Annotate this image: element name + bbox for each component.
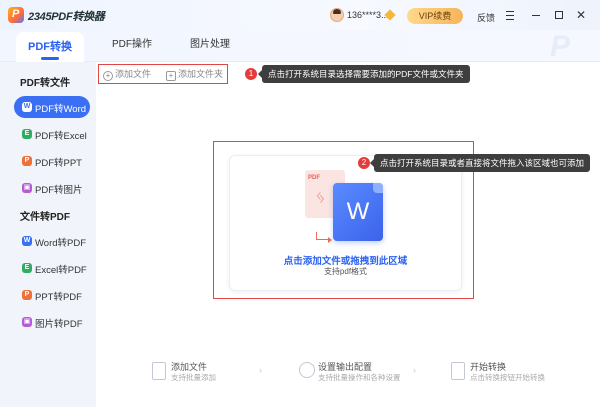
add-file-label: 添加文件 <box>115 69 152 79</box>
sidebar-item-pdf-to-excel[interactable]: E PDF转Excel <box>14 123 90 145</box>
tab-bar: PDF转换 PDF操作 图片处理 <box>0 30 600 62</box>
sidebar-item-pdf-to-ppt[interactable]: P PDF转PPT <box>14 150 90 172</box>
acrobat-icon: ᛃ <box>315 187 326 207</box>
sidebar-item-pdf-to-word[interactable]: W PDF转Word <box>14 96 90 118</box>
sidebar-item-image-to-pdf[interactable]: ▣ 图片转PDF <box>14 311 90 333</box>
document-icon <box>451 362 465 380</box>
sidebar-item-label: Excel转PDF <box>35 265 87 276</box>
step-desc: 支持批量添加 <box>171 373 216 382</box>
step-desc: 点击转换按钮开始转换 <box>470 373 545 382</box>
excel-icon: E <box>22 263 32 273</box>
sidebar-item-label: PDF转图片 <box>35 185 83 196</box>
drop-area-title[interactable]: 点击添加文件或拖拽到此区域 <box>229 253 462 267</box>
add-folder-button[interactable]: + 添加文件夹 <box>166 67 223 81</box>
app-logo-icon: P <box>8 7 24 23</box>
add-file-step-icon <box>152 362 166 380</box>
step-badge-2: 2 <box>358 157 370 169</box>
avatar[interactable] <box>330 8 344 22</box>
tooltip-drop-area: 点击打开系统目录或者直接将文件拖入该区域也可添加 <box>369 154 591 172</box>
word-icon: W <box>22 236 32 246</box>
word-letter: W <box>346 198 370 225</box>
sidebar-item-label: Word转PDF <box>35 238 87 249</box>
sidebar-item-label: PDF转Excel <box>35 131 87 142</box>
app-title: 2345PDF转换器 <box>28 11 105 23</box>
sidebar-item-word-to-pdf[interactable]: W Word转PDF <box>14 230 90 252</box>
image-icon: ▣ <box>22 183 32 193</box>
close-icon[interactable]: ✕ <box>575 9 587 21</box>
sidebar-item-label: 图片转PDF <box>35 319 83 330</box>
add-folder-label: 添加文件夹 <box>178 69 224 79</box>
title-bar: P 2345PDF转换器 136****3... VIP续费 反馈 ✕ <box>0 0 600 30</box>
chevron-right-icon: › <box>413 365 416 375</box>
tab-pdf-convert[interactable]: PDF转换 <box>16 32 84 62</box>
sidebar-item-label: PPT转PDF <box>35 292 82 303</box>
chevron-right-icon: › <box>259 365 262 375</box>
plus-circle-icon: + <box>103 71 113 81</box>
watermark-logo-icon: P <box>550 30 571 63</box>
vip-renew-button[interactable]: VIP续费 <box>407 8 463 24</box>
tab-pdf-operations[interactable]: PDF操作 <box>104 30 160 62</box>
image-icon: ▣ <box>22 317 32 327</box>
menu-icon[interactable] <box>504 9 516 21</box>
pdf-label: PDF <box>308 175 320 181</box>
add-file-button[interactable]: + 添加文件 <box>103 67 151 81</box>
sidebar-section-file-to-pdf: 文件转PDF <box>20 212 70 223</box>
logo-letter: P <box>12 8 20 20</box>
minimize-icon[interactable] <box>530 9 542 21</box>
ppt-icon: P <box>22 290 32 300</box>
gear-icon <box>299 362 315 378</box>
step-desc: 支持批量操作和各种设置 <box>318 373 401 382</box>
tooltip-add-file: 点击打开系统目录选择需要添加的PDF文件或文件夹 <box>258 65 470 83</box>
step-badge-1: 1 <box>245 68 257 80</box>
word-file-icon: W <box>333 183 383 241</box>
feedback-link[interactable]: 反馈 <box>477 11 495 24</box>
excel-icon: E <box>22 129 32 139</box>
sidebar-item-ppt-to-pdf[interactable]: P PPT转PDF <box>14 284 90 306</box>
sidebar-item-pdf-to-image[interactable]: ▣ PDF转图片 <box>14 177 90 199</box>
convert-arrow-icon <box>316 232 332 243</box>
maximize-icon[interactable] <box>553 9 565 21</box>
sidebar-item-label: PDF转PPT <box>35 158 82 169</box>
username[interactable]: 136****3... <box>347 10 389 20</box>
sidebar-section-pdf-to-file: PDF转文件 <box>20 78 70 89</box>
word-icon: W <box>22 102 32 112</box>
tab-image-processing[interactable]: 图片处理 <box>182 30 238 62</box>
sidebar-item-label: PDF转Word <box>35 104 87 115</box>
plus-square-icon: + <box>166 71 176 81</box>
ppt-icon: P <box>22 156 32 166</box>
sidebar-item-excel-to-pdf[interactable]: E Excel转PDF <box>14 257 90 279</box>
drop-area-subtitle: 支持pdf格式 <box>323 267 368 276</box>
